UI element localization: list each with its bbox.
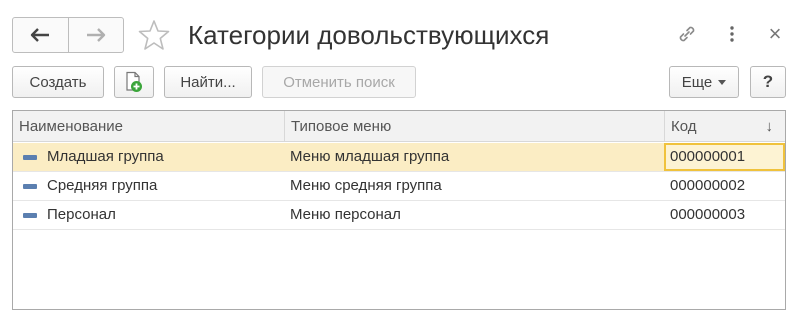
cell-name: Средняя группа: [47, 177, 158, 194]
table-row[interactable]: Младшая группа Меню младшая группа 00000…: [13, 143, 785, 172]
link-button[interactable]: [673, 20, 701, 48]
column-header-name[interactable]: Наименование: [13, 111, 284, 142]
find-button[interactable]: Найти...: [164, 66, 252, 98]
add-document-icon: [126, 71, 142, 92]
column-header-code[interactable]: Код ↓: [664, 111, 785, 142]
create-button[interactable]: Создать: [12, 66, 104, 98]
sort-descending-icon: ↓: [765, 118, 774, 135]
copy-button[interactable]: [114, 66, 154, 98]
cell-menu: Меню средняя группа: [290, 177, 442, 194]
arrow-left-icon: [31, 28, 50, 42]
link-icon: [679, 26, 695, 42]
cell-code: 000000002: [670, 177, 746, 194]
close-button[interactable]: ×: [761, 20, 789, 48]
table-row[interactable]: Средняя группа Меню средняя группа 00000…: [13, 172, 785, 201]
page-title: Категории довольствующихся: [188, 20, 550, 50]
command-bar: Создать Найти... Отменить поиск Еще ?: [0, 66, 798, 100]
table-row[interactable]: Персонал Меню персонал 000000003: [13, 201, 785, 230]
favorite-star-button[interactable]: [137, 18, 171, 52]
cell-menu: Меню персонал: [290, 206, 401, 223]
star-icon: [138, 20, 170, 50]
vertical-dots-icon: [730, 26, 734, 42]
more-actions-button[interactable]: [718, 20, 746, 48]
navigation-group: [12, 17, 124, 53]
help-button[interactable]: ?: [750, 66, 786, 98]
title-bar: Категории довольствующихся ×: [0, 0, 798, 62]
column-header-code-label: Код: [671, 118, 697, 135]
cell-name: Персонал: [47, 206, 116, 223]
back-button[interactable]: [13, 18, 68, 52]
item-icon: [23, 213, 37, 218]
categories-table[interactable]: Наименование Типовое меню Код ↓ Младшая …: [12, 110, 786, 310]
forward-button[interactable]: [67, 18, 123, 52]
item-icon: [23, 184, 37, 189]
chevron-down-icon: [718, 79, 727, 85]
cell-menu: Меню младшая группа: [290, 148, 450, 165]
cell-code: 000000003: [670, 206, 746, 223]
cancel-search-button[interactable]: Отменить поиск: [262, 66, 416, 98]
arrow-right-icon: [86, 28, 106, 42]
table-header: Наименование Типовое меню Код ↓: [13, 111, 785, 142]
item-icon: [23, 155, 37, 160]
more-menu-button[interactable]: Еще: [669, 66, 739, 98]
cell-name: Младшая группа: [47, 148, 164, 165]
cell-code[interactable]: 000000001: [664, 143, 785, 171]
more-menu-label: Еще: [681, 73, 713, 91]
column-header-menu[interactable]: Типовое меню: [284, 111, 664, 142]
